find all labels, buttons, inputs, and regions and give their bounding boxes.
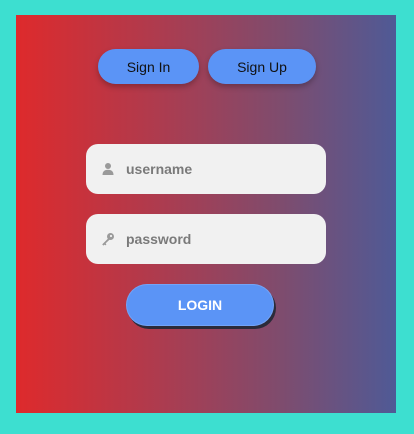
key-icon	[100, 231, 116, 247]
user-icon	[100, 161, 116, 177]
username-field	[86, 144, 326, 194]
password-input[interactable]	[126, 231, 306, 247]
username-input[interactable]	[126, 161, 306, 177]
sign-up-button[interactable]: Sign Up	[208, 49, 316, 84]
sign-in-button[interactable]: Sign In	[98, 49, 199, 84]
login-card: Sign In Sign Up LOGIN	[16, 15, 396, 413]
auth-tabs: Sign In Sign Up	[16, 49, 396, 84]
password-field	[86, 214, 326, 264]
login-button[interactable]: LOGIN	[126, 284, 274, 326]
